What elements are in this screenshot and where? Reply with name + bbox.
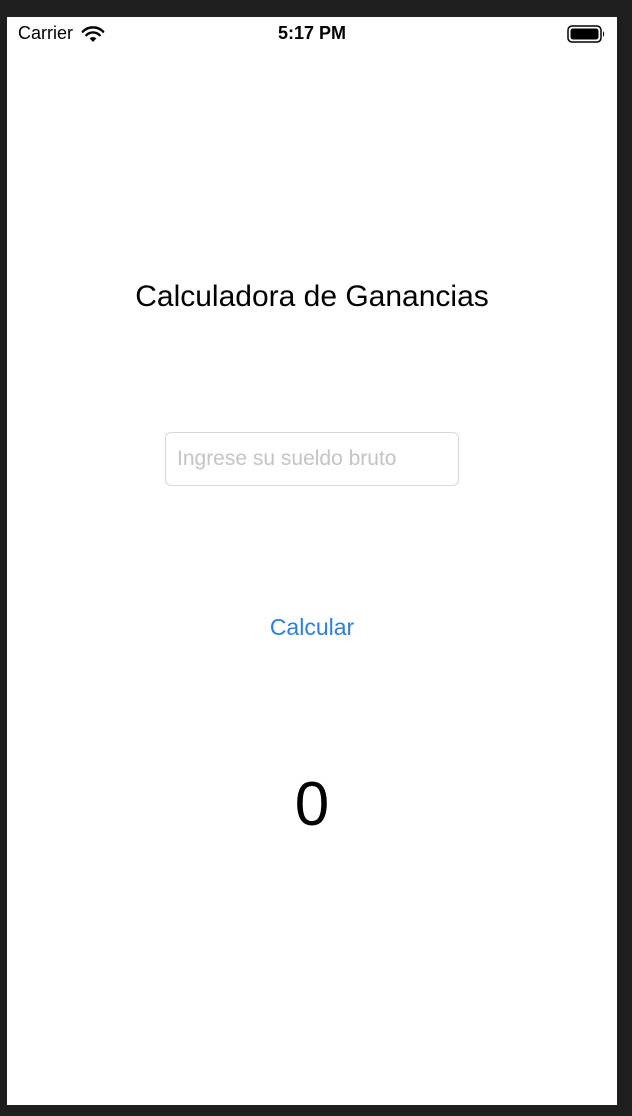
calculate-button[interactable]: Calcular	[212, 607, 412, 647]
app-screen: Carrier 5:17 PM Calculadora de Ganancias…	[7, 17, 617, 1105]
salary-input[interactable]	[165, 432, 459, 486]
status-bar: Carrier 5:17 PM	[7, 17, 617, 51]
battery-icon	[567, 25, 605, 43]
page-title: Calculadora de Ganancias	[135, 280, 489, 313]
status-time: 5:17 PM	[277, 23, 347, 43]
result-value: 0	[294, 770, 330, 839]
